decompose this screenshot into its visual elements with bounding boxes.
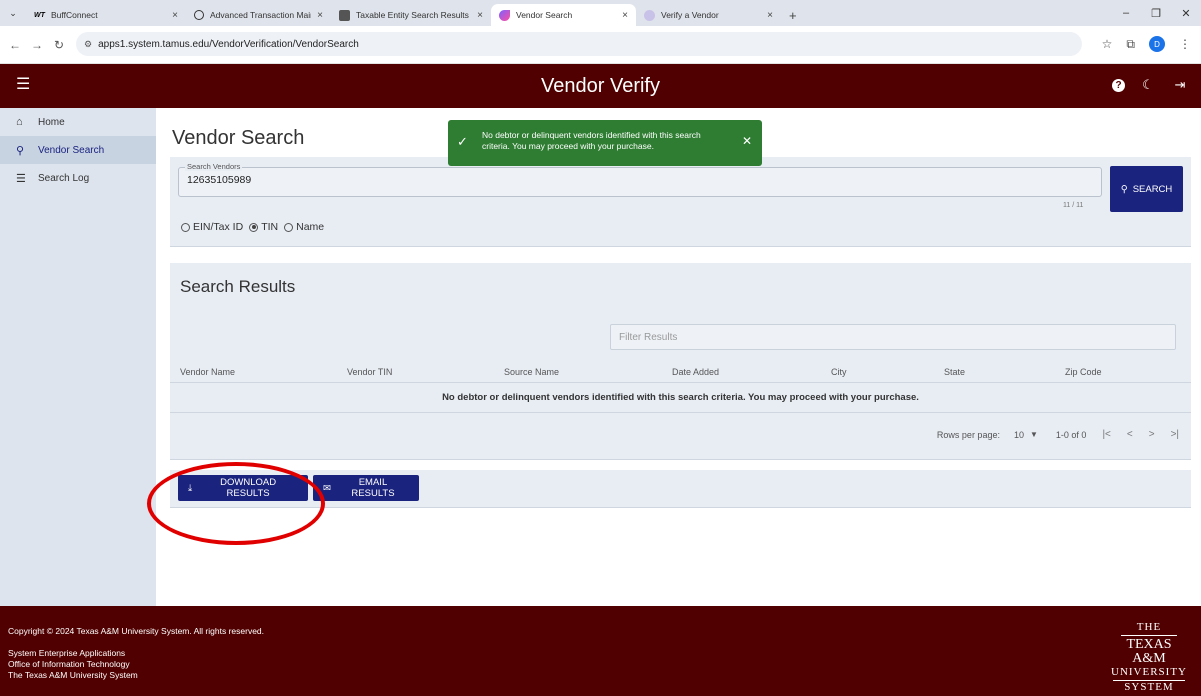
previous-page-icon[interactable]: < (1127, 429, 1133, 440)
app-title: Vendor Verify (541, 75, 660, 97)
email-icon: ✉ (323, 482, 331, 494)
column-header-city[interactable]: City (831, 367, 847, 377)
next-page-icon[interactable]: > (1149, 429, 1155, 440)
page-title: Vendor Search (172, 127, 305, 149)
email-results-button[interactable]: ✉ EMAIL RESULTS (313, 475, 419, 501)
column-header-source-name[interactable]: Source Name (504, 367, 559, 377)
sidebar-item-search-log[interactable]: ☰ Search Log (0, 164, 156, 192)
column-header-vendor-name[interactable]: Vendor Name (180, 367, 235, 377)
column-header-zip-code[interactable]: Zip Code (1065, 367, 1102, 377)
page-range-text: 1-0 of 0 (1055, 429, 1087, 440)
app-header: ☰ Vendor Verify ? ☾ ⇥ (0, 64, 1201, 108)
table-pagination: Rows per page: 10 ▼ 1-0 of 0 |< < > >| (937, 429, 1179, 440)
red-annotation-circle (147, 462, 325, 545)
browser-tab-taxable-entity[interactable]: Taxable Entity Search Results × (331, 4, 491, 26)
new-tab-button[interactable]: + (781, 4, 805, 26)
character-counter: 11 / 11 (1063, 202, 1084, 209)
no-results-message: No debtor or delinquent vendors identifi… (170, 383, 1191, 413)
globe-icon (194, 10, 204, 20)
search-type-radio-group: EIN/Tax ID TIN Name (181, 221, 330, 233)
home-icon: ⌂ (16, 116, 23, 128)
column-header-date-added[interactable]: Date Added (672, 367, 719, 377)
browser-tab-vendor-search[interactable]: Vendor Search × (491, 4, 636, 26)
close-icon[interactable]: × (622, 10, 628, 21)
close-icon[interactable]: × (477, 10, 483, 21)
close-icon[interactable]: × (317, 10, 323, 21)
forward-icon[interactable]: → (26, 38, 48, 52)
success-toast: ✓︎ No debtor or delinquent vendors ident… (448, 120, 762, 166)
results-title: Search Results (180, 277, 296, 296)
search-vendors-input[interactable]: Search Vendors 12635105989 (178, 162, 1102, 197)
search-field-label: Search Vendors (185, 162, 243, 171)
check-circle-icon: ✓︎ (457, 134, 468, 149)
extensions-icon[interactable]: ⧉ (1126, 37, 1135, 52)
column-header-vendor-tin[interactable]: Vendor TIN (347, 367, 392, 377)
first-page-icon[interactable]: |< (1102, 429, 1110, 440)
sidebar: ⌂ Home ⚲ Vendor Search ☰ Search Log (0, 108, 156, 606)
window-controls: – ❐ ✕ (1111, 0, 1201, 26)
restore-icon[interactable]: ❐ (1141, 7, 1171, 20)
profile-avatar[interactable]: D (1149, 36, 1165, 52)
copyright-text: Copyright © 2024 Texas A&M University Sy… (8, 626, 265, 636)
column-header-state[interactable]: State (944, 367, 965, 377)
radio-tin[interactable]: TIN (249, 221, 278, 233)
close-icon[interactable]: × (767, 10, 773, 21)
vendor-favicon-icon (499, 9, 510, 21)
browser-tab-advanced-transaction[interactable]: Advanced Transaction Mainten × (186, 4, 331, 26)
radio-name[interactable]: Name (284, 221, 324, 233)
image-favicon-icon (339, 9, 350, 21)
back-icon[interactable]: ← (4, 38, 26, 52)
search-card: Search Vendors 12635105989 11 / 11 ⚲ SEA… (170, 157, 1191, 247)
main-content: Vendor Search Search Vendors 12635105989… (156, 108, 1201, 606)
footer: Copyright © 2024 Texas A&M University Sy… (0, 606, 1201, 696)
radio-ein-tax-id[interactable]: EIN/Tax ID (181, 221, 243, 233)
bookmark-star-icon[interactable]: ☆ (1102, 37, 1113, 51)
close-icon[interactable]: × (172, 10, 178, 21)
tab-search-menu[interactable]: ⌄ (0, 0, 26, 26)
minimize-icon[interactable]: – (1111, 7, 1141, 19)
footer-org-lines: System Enterprise Applications Office of… (8, 648, 138, 680)
filter-results-input[interactable] (610, 324, 1176, 350)
browser-tab-verify-vendor[interactable]: Verify a Vendor × (636, 4, 781, 26)
search-results-card: Search Results Vendor Name Vendor TIN So… (170, 263, 1191, 460)
results-table-header: Vendor Name Vendor TIN Source Name Date … (170, 361, 1191, 383)
last-page-icon[interactable]: >| (1171, 429, 1179, 440)
url-text: apps1.system.tamus.edu/VendorVerificatio… (98, 38, 359, 50)
rows-per-page-select[interactable]: 10 (1014, 430, 1024, 440)
search-field-value: 12635105989 (187, 174, 252, 186)
search-icon: ⚲ (16, 144, 25, 157)
texas-am-system-logo: THE TEXAS A&M UNIVERSITY SYSTEM (1111, 621, 1187, 694)
dropdown-caret-icon[interactable]: ▼ (1030, 430, 1038, 439)
dark-mode-moon-icon[interactable]: ☾ (1139, 76, 1157, 94)
search-icon: ⚲ (1120, 183, 1128, 195)
close-window-icon[interactable]: ✕ (1171, 7, 1201, 20)
help-icon[interactable]: ? (1112, 78, 1125, 92)
logout-icon[interactable]: ⇥ (1171, 76, 1189, 94)
browser-tabstrip: ⌄ WT BuffConnect × Advanced Transaction … (0, 0, 1201, 26)
close-icon[interactable]: ✕ (742, 134, 752, 148)
wt-favicon-icon: WT (34, 11, 45, 19)
sidebar-item-home[interactable]: ⌂ Home (0, 108, 156, 136)
list-icon: ☰ (16, 172, 26, 185)
browser-tab-buffconnect[interactable]: WT BuffConnect × (26, 4, 186, 26)
globe-icon (644, 9, 655, 21)
browser-toolbar: ← → ↻ ⚙ apps1.system.tamus.edu/VendorVer… (0, 26, 1201, 64)
site-settings-icon[interactable]: ⚙ (84, 39, 92, 50)
toast-message: No debtor or delinquent vendors identifi… (482, 130, 701, 151)
reload-icon[interactable]: ↻ (48, 38, 70, 52)
address-bar[interactable]: ⚙ apps1.system.tamus.edu/VendorVerificat… (76, 32, 1082, 56)
search-button[interactable]: ⚲ SEARCH (1110, 166, 1183, 212)
browser-menu-icon[interactable]: ⋮ (1179, 37, 1191, 51)
rows-per-page-label: Rows per page: (936, 429, 1000, 440)
sidebar-item-vendor-search[interactable]: ⚲ Vendor Search (0, 136, 156, 164)
